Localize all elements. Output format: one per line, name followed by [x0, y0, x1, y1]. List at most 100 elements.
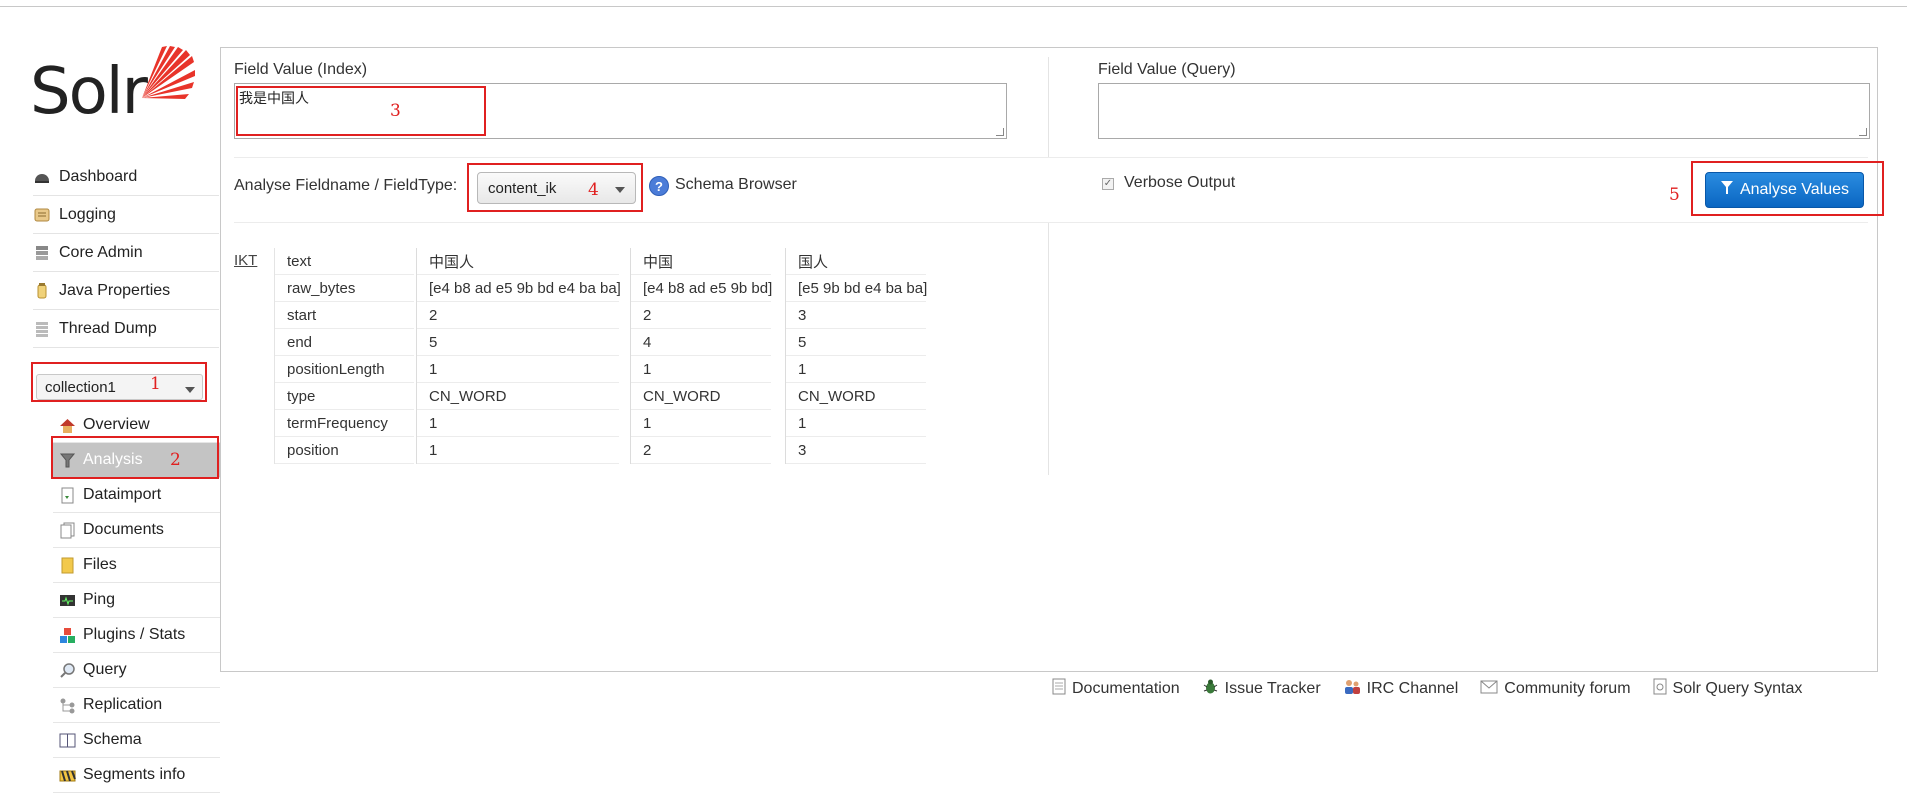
footer-link-label: IRC Channel — [1366, 680, 1459, 697]
core-item-plugins-stats[interactable]: Plugins / Stats — [53, 618, 220, 653]
solr-logo[interactable]: Solr — [30, 46, 200, 130]
verbose-output-checkbox[interactable]: ✓ — [1102, 178, 1114, 190]
token-cell: 国人 — [786, 248, 926, 275]
token-cell: 1 — [786, 410, 926, 437]
token-cell: 1 — [417, 356, 619, 383]
core-item-label: Schema — [83, 731, 142, 748]
sidebar-item-java-properties[interactable]: Java Properties — [33, 272, 219, 310]
footer-link-issue-tracker[interactable]: Issue Tracker — [1202, 678, 1321, 700]
token-cell: CN_WORD — [786, 383, 926, 410]
core-item-dataimport[interactable]: Dataimport — [53, 478, 220, 513]
index-field-label: Field Value (Index) — [234, 61, 368, 78]
resize-handle-icon[interactable] — [1859, 128, 1867, 136]
annotation-box-5 — [1691, 161, 1884, 216]
dashboard-icon — [33, 168, 51, 186]
home-icon — [59, 417, 76, 434]
footer-link-solr-query-syntax[interactable]: Solr Query Syntax — [1653, 678, 1803, 700]
sidebar-item-core-admin[interactable]: Core Admin — [33, 234, 219, 272]
token-cell: 1 — [631, 410, 771, 437]
core-item-files[interactable]: Files — [53, 548, 220, 583]
core-item-label: Segments info — [83, 766, 186, 783]
annotation-number-2: 2 — [170, 450, 181, 470]
sidebar-nav: Dashboard Logging Core Admin Java Proper… — [33, 158, 219, 348]
schema-icon — [59, 732, 76, 749]
verbose-output-label[interactable]: Verbose Output — [1124, 174, 1235, 192]
token-cell: 1 — [417, 410, 619, 437]
solr-sun-icon — [142, 46, 195, 99]
token-cell: 中国 — [631, 248, 771, 275]
footer-link-label: Issue Tracker — [1224, 680, 1321, 697]
sidebar-item-label: Thread Dump — [59, 319, 157, 337]
core-item-documents[interactable]: Documents — [53, 513, 220, 548]
core-item-label: Overview — [83, 416, 150, 433]
row-divider — [234, 222, 1868, 223]
ping-icon — [59, 592, 76, 609]
token-cell: CN_WORD — [417, 383, 619, 410]
document-icon — [1052, 678, 1066, 700]
annotation-box-4 — [467, 163, 643, 212]
sidebar-item-dashboard[interactable]: Dashboard — [33, 158, 219, 196]
annotation-box-2 — [51, 436, 219, 479]
logo-text: Solr — [30, 55, 148, 129]
top-rule — [0, 6, 1907, 7]
core-item-label: Plugins / Stats — [83, 626, 186, 643]
resize-handle-icon[interactable] — [996, 128, 1004, 136]
core-item-label: Replication — [83, 696, 163, 713]
dataimport-icon — [59, 487, 76, 504]
token-column: 国人 [e5 9b bd e4 ba ba] 3 5 1 CN_WORD 1 3 — [785, 248, 927, 464]
annotation-number-3: 3 — [390, 101, 401, 121]
core-item-label: Dataimport — [83, 486, 162, 503]
row-divider — [234, 157, 1868, 158]
footer-link-irc-channel[interactable]: IRC Channel — [1343, 678, 1459, 700]
footer-link-label: Documentation — [1072, 680, 1180, 697]
segments-icon — [59, 767, 76, 784]
token-cell: 1 — [417, 437, 619, 464]
irc-icon — [1343, 678, 1361, 700]
footer-link-label: Solr Query Syntax — [1672, 680, 1803, 697]
schema-browser-link[interactable]: Schema Browser — [675, 176, 797, 194]
attribute-label: start — [275, 302, 414, 329]
attribute-label: raw_bytes — [275, 275, 414, 302]
core-item-query[interactable]: Query — [53, 653, 220, 688]
annotation-box-3 — [236, 86, 486, 136]
sidebar-item-label: Logging — [59, 205, 116, 223]
core-admin-icon — [33, 244, 51, 262]
core-item-schema[interactable]: Schema — [53, 723, 220, 758]
footer-link-documentation[interactable]: Documentation — [1052, 678, 1180, 700]
tokenizer-abbrev[interactable]: IKT — [234, 252, 257, 269]
plugins-icon — [59, 627, 76, 644]
sidebar-item-label: Dashboard — [59, 167, 138, 185]
footer-link-community-forum[interactable]: Community forum — [1480, 678, 1631, 700]
sidebar-item-logging[interactable]: Logging — [33, 196, 219, 234]
attribute-label: type — [275, 383, 414, 410]
footer-links: Documentation Issue Tracker IRC Channel … — [1052, 678, 1824, 700]
query-field-label: Field Value (Query) — [1098, 61, 1236, 78]
annotation-number-5: 5 — [1669, 185, 1680, 205]
footer-link-label: Community forum — [1504, 680, 1631, 697]
query-field-input[interactable] — [1098, 83, 1870, 139]
thread-dump-icon — [33, 320, 51, 338]
magnifier-icon — [59, 662, 76, 679]
core-item-segments-info[interactable]: Segments info — [53, 758, 220, 793]
attribute-label: text — [275, 248, 414, 275]
column-divider — [1048, 57, 1049, 157]
core-item-replication[interactable]: Replication — [53, 688, 220, 723]
core-item-label: Documents — [83, 521, 164, 538]
token-column: 中国人 [e4 b8 ad e5 9b bd e4 ba ba] 2 5 1 C… — [416, 248, 621, 464]
core-item-ping[interactable]: Ping — [53, 583, 220, 618]
attribute-label: positionLength — [275, 356, 414, 383]
token-cell: 中国人 — [417, 248, 619, 275]
attribute-label: termFrequency — [275, 410, 414, 437]
help-icon[interactable]: ? — [649, 176, 669, 196]
token-cell: 1 — [786, 356, 926, 383]
annotation-box-1 — [31, 362, 207, 402]
core-item-label: Files — [83, 556, 117, 573]
sidebar-item-thread-dump[interactable]: Thread Dump — [33, 310, 219, 348]
token-cell: 3 — [786, 437, 926, 464]
token-cell: 2 — [631, 437, 771, 464]
bug-icon — [1202, 678, 1219, 700]
folder-icon — [59, 557, 76, 574]
token-cell: [e4 b8 ad e5 9b bd e4 ba ba] — [417, 275, 621, 302]
sidebar-item-label: Core Admin — [59, 243, 143, 261]
token-cell: 5 — [786, 329, 926, 356]
